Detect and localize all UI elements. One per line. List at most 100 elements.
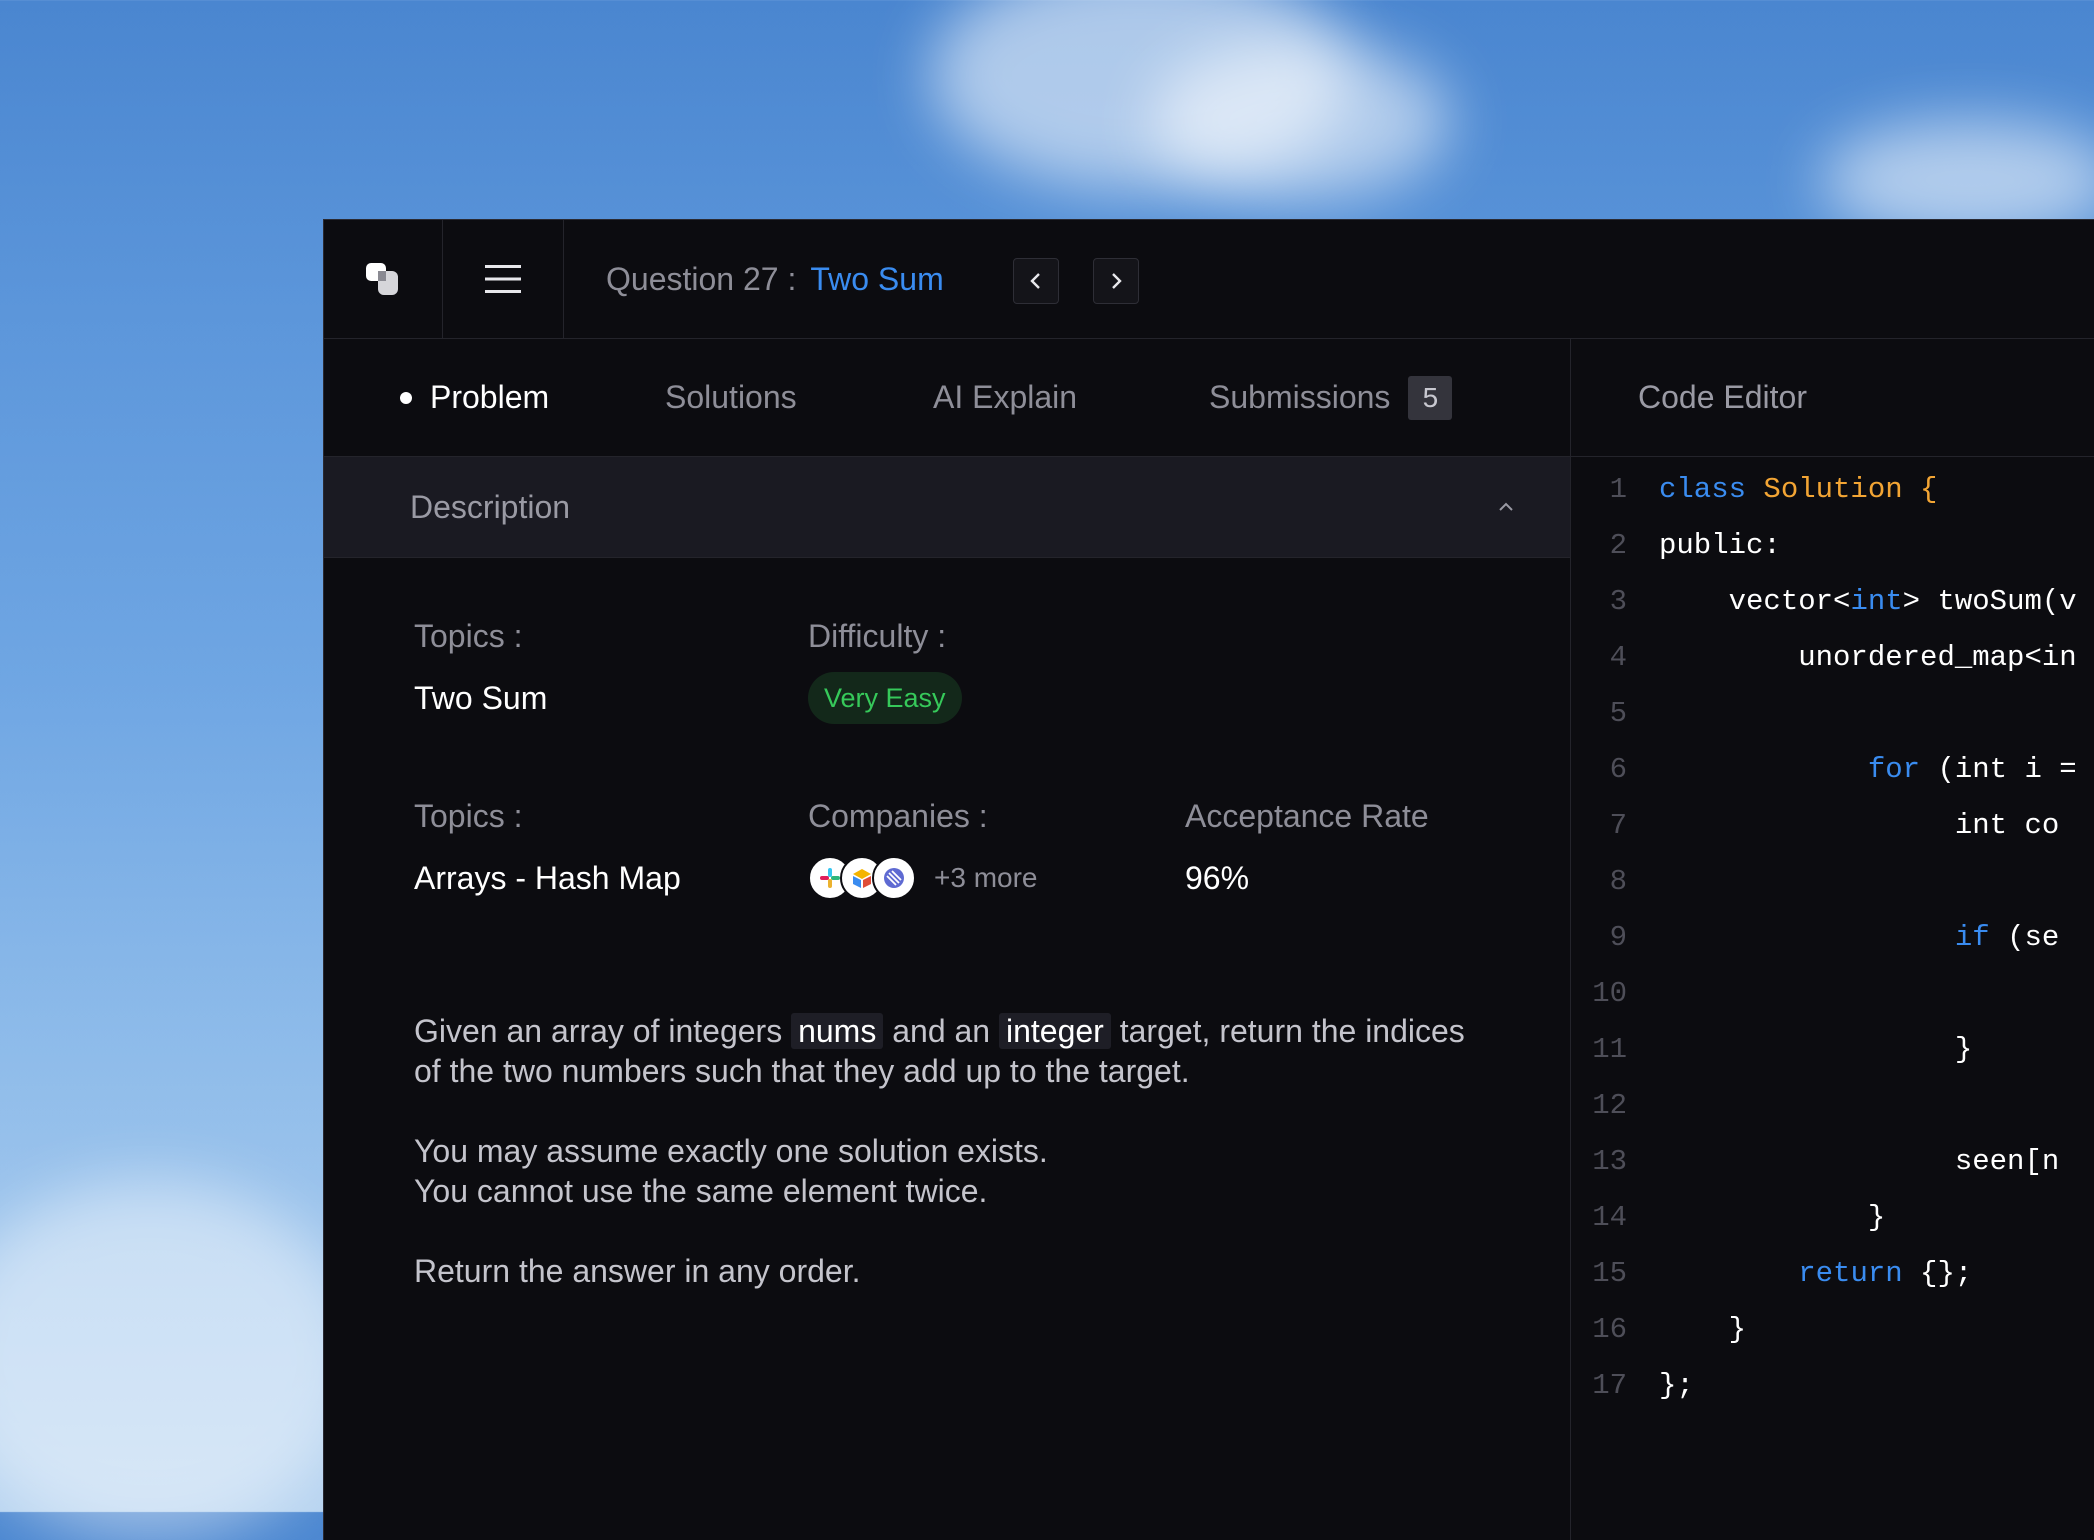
app-window: Question 27 : Two Sum Problem Solutions …: [323, 219, 2094, 1540]
code-line[interactable]: 10: [1571, 977, 2094, 1033]
next-question-button[interactable]: [1093, 258, 1139, 304]
code-token: };: [1659, 1369, 1694, 1402]
linear-logo-icon: [872, 856, 916, 900]
line-number: 16: [1592, 1313, 1627, 1346]
code-token: }: [1659, 1313, 1747, 1346]
keyword-token: return: [1798, 1257, 1903, 1290]
line-number: 11: [1592, 1033, 1627, 1066]
line-number: 17: [1592, 1369, 1627, 1402]
description-header[interactable]: Description: [324, 457, 1570, 558]
code-line[interactable]: 9 if (se: [1571, 921, 2094, 977]
line-content: public:: [1659, 529, 1781, 562]
code-token: (int i =: [1920, 753, 2077, 786]
line-content: vector<int> twoSum(v: [1659, 585, 2077, 618]
code-line[interactable]: 3 vector<int> twoSum(v: [1571, 585, 2094, 641]
code-line[interactable]: 1 class Solution {: [1571, 473, 2094, 529]
line-number: 10: [1592, 977, 1627, 1010]
code-line[interactable]: 12: [1571, 1089, 2094, 1145]
companies-more-link[interactable]: +3 more: [934, 862, 1038, 894]
chevron-right-icon: [1112, 273, 1122, 289]
difficulty-wrap: Very Easy: [808, 672, 962, 724]
keyword-token: if: [1954, 921, 1990, 954]
code-token: > twoSum(v: [1902, 585, 2077, 618]
hamburger-icon: [485, 265, 521, 293]
line-number: 4: [1609, 641, 1627, 674]
companies-list[interactable]: +3 more: [808, 856, 1038, 900]
line-content: class Solution {: [1659, 473, 1937, 506]
constraint-line: You cannot use the same element twice.: [414, 1173, 988, 1209]
question-name[interactable]: Two Sum: [810, 261, 943, 298]
line-content: return {};: [1659, 1257, 1972, 1290]
line-number: 13: [1592, 1145, 1627, 1178]
line-number: 2: [1609, 529, 1627, 562]
difficulty-badge: Very Easy: [808, 672, 962, 724]
line-number: 14: [1592, 1201, 1627, 1234]
code-line[interactable]: 4 unordered_map<in: [1571, 641, 2094, 697]
line-content: }: [1659, 1313, 1746, 1346]
line-number: 3: [1609, 585, 1627, 618]
tab-label: Submissions: [1209, 379, 1391, 415]
active-indicator-icon: [400, 391, 412, 404]
chevron-up-icon[interactable]: [1492, 493, 1520, 521]
logo-icon: [366, 263, 398, 295]
difficulty-label: Difficulty :: [808, 618, 947, 654]
line-content: int co: [1659, 809, 2059, 842]
tab-problem[interactable]: Problem: [400, 339, 549, 456]
order-note: Return the answer in any order.: [414, 1253, 861, 1289]
statement-text: and an: [892, 1013, 991, 1049]
line-number: 9: [1609, 921, 1627, 954]
acceptance-value: 96%: [1185, 860, 1250, 896]
tab-label: AI Explain: [933, 379, 1078, 415]
code-token: }: [1659, 1201, 1886, 1234]
prev-question-button[interactable]: [1013, 258, 1059, 304]
code-token: int co: [1659, 809, 2060, 842]
chevron-left-icon: [1030, 273, 1040, 289]
line-number: 15: [1592, 1257, 1627, 1290]
menu-button[interactable]: [443, 220, 564, 338]
topics-value: Two Sum: [414, 680, 548, 716]
line-number: 1: [1609, 473, 1627, 506]
code-editor[interactable]: 1 class Solution { 2 public: 3 vector<int> t…: [1571, 457, 2094, 1540]
code-line[interactable]: 13 seen[n: [1571, 1145, 2094, 1201]
question-title: Question 27 : Two Sum: [606, 220, 944, 338]
cloud: [1150, 40, 1450, 200]
code-line[interactable]: 14 }: [1571, 1201, 2094, 1257]
companies-label: Companies :: [808, 798, 988, 834]
problem-statement: Given an array of integers nums and an i…: [414, 1011, 1474, 1091]
inline-code-nums: nums: [791, 1013, 884, 1049]
code-token: public:: [1659, 529, 1781, 562]
code-token: unordered_map<in: [1659, 641, 2077, 674]
tab-solutions[interactable]: Solutions: [665, 339, 797, 456]
topics-label: Topics :: [414, 618, 523, 654]
code-line[interactable]: 11 }: [1571, 1033, 2094, 1089]
code-line[interactable]: 8: [1571, 865, 2094, 921]
code-token: }: [1659, 1033, 1973, 1066]
code-line[interactable]: 15 return {};: [1571, 1257, 2094, 1313]
tab-ai-explain[interactable]: AI Explain: [933, 339, 1077, 456]
line-number: 12: [1592, 1089, 1627, 1122]
statement-text: Given an array of integers: [414, 1013, 783, 1049]
code-line[interactable]: 7 int co: [1571, 809, 2094, 865]
code-token: (se: [1989, 921, 2060, 954]
code-token: vector<: [1659, 585, 1851, 618]
code-line[interactable]: 2 public:: [1571, 529, 2094, 585]
tab-label: Problem: [430, 379, 550, 415]
line-content: };: [1659, 1369, 1694, 1402]
class-token: Solution {: [1763, 473, 1938, 506]
code-token: seen[n: [1659, 1145, 2060, 1178]
line-number: 7: [1609, 809, 1627, 842]
code-line[interactable]: 5: [1571, 697, 2094, 753]
keyword-token: int: [1850, 585, 1903, 618]
code-line[interactable]: 17};: [1571, 1369, 2094, 1425]
code-line[interactable]: 16 }: [1571, 1313, 2094, 1369]
code-token: {};: [1902, 1257, 1973, 1290]
line-content: unordered_map<in: [1659, 641, 2077, 674]
line-content: seen[n: [1659, 1145, 2059, 1178]
code-editor-tab[interactable]: Code Editor: [1571, 339, 2094, 457]
code-line[interactable]: 6 for (int i =: [1571, 753, 2094, 809]
topics2-label: Topics :: [414, 798, 523, 834]
tab-submissions[interactable]: Submissions 5: [1209, 339, 1453, 456]
app-logo[interactable]: [324, 220, 443, 338]
